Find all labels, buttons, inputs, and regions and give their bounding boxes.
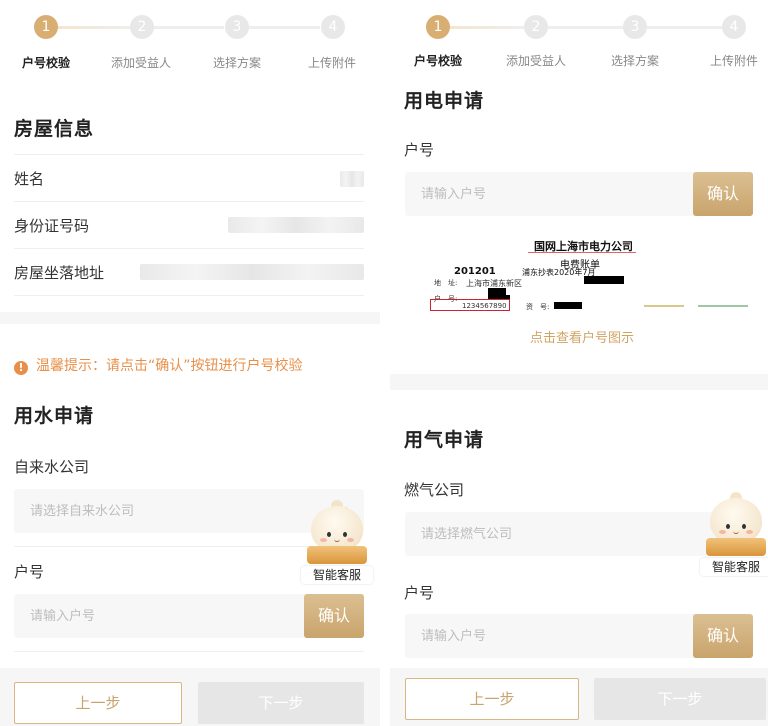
electric-confirm-button[interactable]: 确认 xyxy=(693,172,753,216)
next-step-button[interactable]: 下一步 xyxy=(198,682,364,724)
section-spacer xyxy=(0,312,380,324)
step-4-label: 上传附件 xyxy=(307,56,357,70)
name-label: 姓名 xyxy=(14,170,45,188)
electric-account-field: 确认 xyxy=(405,172,753,216)
water-account-label: 户号 xyxy=(14,563,45,581)
gas-company-label: 燃气公司 xyxy=(404,481,465,499)
mascot-steamer xyxy=(307,546,367,564)
divider xyxy=(14,154,364,155)
bill-address-key: 地 址: xyxy=(434,279,458,287)
water-account-field: 确认 xyxy=(14,594,364,638)
divider xyxy=(14,651,364,652)
step-3-indicator: 3 xyxy=(225,15,249,39)
id-number-label: 身份证号码 xyxy=(14,217,90,235)
step-2-indicator: 2 xyxy=(524,15,548,39)
assistant-mascot[interactable]: 智能客服 xyxy=(301,500,373,586)
tip-notice: ! 温馨提示：请点击“确认”按钮进行户号校验 xyxy=(14,355,303,375)
gas-account-label: 户号 xyxy=(404,584,435,602)
tip-text: 温馨提示：请点击“确认”按钮进行户号校验 xyxy=(36,358,303,374)
previous-step-button[interactable]: 上一步 xyxy=(14,682,182,724)
electric-account-label: 户号 xyxy=(404,141,435,159)
step-4-label: 上传附件 xyxy=(709,54,759,68)
step-connector xyxy=(152,26,224,29)
step-4-indicator: 4 xyxy=(722,15,746,39)
step-1-label: 户号校验 xyxy=(21,56,71,70)
assistant-mascot[interactable]: 智能客服 xyxy=(700,492,768,578)
view-account-example-link[interactable]: 点击查看户号图示 xyxy=(530,327,634,346)
redacted-block xyxy=(584,276,624,284)
step-2-indicator: 2 xyxy=(130,15,154,39)
electric-application-title: 用电申请 xyxy=(404,90,485,112)
footer-bar: 上一步 下一步 xyxy=(0,668,380,726)
gas-confirm-button[interactable]: 确认 xyxy=(693,614,753,658)
gas-company-input[interactable] xyxy=(405,512,753,556)
step-1-indicator: 1 xyxy=(34,15,58,39)
divider xyxy=(14,248,364,249)
divider xyxy=(14,295,364,296)
previous-step-button[interactable]: 上一步 xyxy=(405,678,579,720)
right-screen: 1 2 3 4 户号校验 添加受益人 选择方案 上传附件 用电申请 户号 确认 … xyxy=(390,0,768,726)
step-2-label: 添加受益人 xyxy=(110,56,172,70)
step-1-indicator: 1 xyxy=(426,15,450,39)
step-connector xyxy=(548,26,624,29)
bill-fee-key: 资 号: xyxy=(526,303,550,311)
step-1-label: 户号校验 xyxy=(413,54,463,68)
water-application-title: 用水申请 xyxy=(14,405,95,427)
redacted-block xyxy=(554,302,582,309)
gas-company-select[interactable] xyxy=(405,512,753,556)
mascot-steamer xyxy=(706,538,766,556)
left-screen: 1 2 3 4 户号校验 添加受益人 选择方案 上传附件 房屋信息 姓名 身份证… xyxy=(0,0,380,726)
section-spacer xyxy=(390,374,768,390)
step-connector xyxy=(448,26,524,29)
bill-account-value: 1234567890 xyxy=(462,302,507,310)
stepper: 1 2 3 4 户号校验 添加受益人 选择方案 上传附件 xyxy=(390,0,768,80)
electric-bill-sample: 国网上海市电力公司 电费账单 201201 浦东抄表2020年7月 地 址: 上… xyxy=(408,232,754,322)
step-3-indicator: 3 xyxy=(623,15,647,39)
address-value-redacted xyxy=(140,264,364,280)
step-3-label: 选择方案 xyxy=(212,56,262,70)
step-connector xyxy=(248,26,320,29)
address-label: 房屋坐落地址 xyxy=(14,264,105,282)
house-info-title: 房屋信息 xyxy=(14,118,95,140)
assistant-label: 智能客服 xyxy=(301,566,373,584)
id-number-value-redacted xyxy=(228,217,364,233)
step-2-label: 添加受益人 xyxy=(505,54,567,68)
gas-account-field: 确认 xyxy=(405,614,753,658)
bill-code: 201201 xyxy=(454,266,496,277)
water-confirm-button[interactable]: 确认 xyxy=(304,594,364,638)
assistant-label: 智能客服 xyxy=(700,558,768,576)
footer-bar: 上一步 下一步 xyxy=(390,668,768,726)
next-step-button[interactable]: 下一步 xyxy=(594,678,766,720)
stepper: 1 2 3 4 户号校验 添加受益人 选择方案 上传附件 xyxy=(0,0,380,80)
step-3-label: 选择方案 xyxy=(610,54,660,68)
warning-icon: ! xyxy=(14,361,28,375)
water-company-label: 自来水公司 xyxy=(14,458,90,476)
step-4-indicator: 4 xyxy=(321,15,345,39)
gas-application-title: 用气申请 xyxy=(404,429,485,451)
step-connector xyxy=(646,26,724,29)
step-connector xyxy=(56,26,130,29)
divider xyxy=(14,201,364,202)
name-value-redacted xyxy=(340,171,364,187)
